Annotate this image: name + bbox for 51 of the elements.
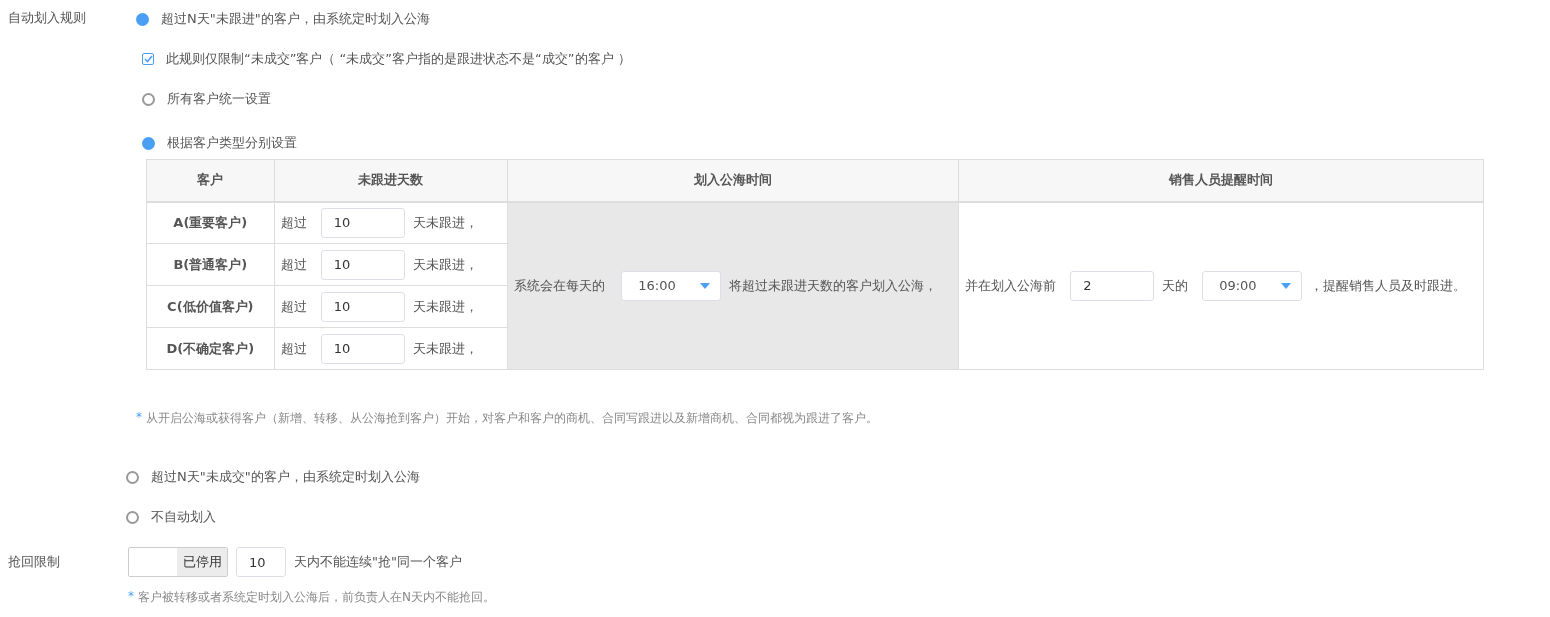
- caret-icon: [700, 282, 711, 289]
- reminder-text: 并在划入公海前: [965, 276, 1057, 295]
- reminder-text: ，提醒销售人员及时跟进。: [1310, 276, 1467, 295]
- days-input[interactable]: 10: [320, 207, 405, 238]
- time-select[interactable]: 09:00: [1202, 270, 1303, 301]
- pool-time-text: 系统会在每天的: [514, 276, 606, 295]
- option-label: 所有客户统一设置: [167, 90, 271, 108]
- customer-type: D(不确定客户): [166, 340, 255, 356]
- toggle-switch[interactable]: 已停用: [128, 547, 228, 577]
- checkbox-label: 此规则仅限制“未成交”客户（ “未成交”客户指的是跟进状态不是“成交”的客户 ）: [166, 50, 631, 68]
- pool-time-text: 将超过未跟进天数的客户划入公海，: [729, 276, 938, 295]
- days-input[interactable]: 10: [236, 547, 286, 577]
- time-select[interactable]: 16:00: [621, 270, 722, 301]
- asterisk-mark: *: [136, 410, 142, 426]
- customer-type: C(低价值客户): [167, 298, 254, 314]
- radio-button[interactable]: [136, 12, 149, 26]
- section-label: 抢回限制: [8, 553, 61, 571]
- note-text: 客户被转移或者系统定时划入公海后，前负责人在N天内不能抢回。: [138, 589, 495, 606]
- days-suffix: 天未跟进，: [412, 213, 478, 232]
- customer-type: A(重要客户): [173, 214, 248, 230]
- days-input[interactable]: 10: [320, 333, 405, 364]
- checkbox[interactable]: [142, 53, 154, 65]
- days-input[interactable]: 10: [320, 249, 405, 280]
- option-label: 超过N天"未跟进"的客户，由系统定时划入公海: [161, 10, 430, 28]
- option-label: 超过N天"未成交"的客户，由系统定时划入公海: [151, 468, 420, 486]
- option-label: 不自动划入: [151, 508, 216, 526]
- days-prefix: 超过: [280, 339, 307, 358]
- asterisk-mark: *: [128, 589, 134, 605]
- column-header: 未跟进天数: [274, 159, 508, 202]
- days-suffix: 天未跟进，: [412, 297, 478, 316]
- column-header: 划入公海时间: [507, 159, 959, 202]
- section-label: 自动划入规则: [8, 9, 87, 27]
- days-prefix: 超过: [280, 255, 307, 274]
- days-input[interactable]: 10: [320, 291, 405, 322]
- column-header: 客户: [146, 159, 275, 202]
- radio-button[interactable]: [142, 136, 155, 150]
- days-prefix: 超过: [280, 213, 307, 232]
- radio-button[interactable]: [142, 92, 155, 106]
- customer-type: B(普通客户): [173, 256, 248, 272]
- reminder-text: 天的: [1162, 276, 1189, 295]
- days-prefix: 超过: [280, 297, 307, 316]
- note-text: 从开启公海或获得客户（新增、转移、从公海抢到客户）开始，对客户和客户的商机、合同写跟进以及新增商机、合同都视为跟进了客户。: [146, 410, 878, 427]
- caret-icon: [1281, 282, 1292, 289]
- radio-button[interactable]: [126, 510, 139, 524]
- column-header: 销售人员提醒时间: [958, 159, 1484, 202]
- option-label: 根据客户类型分别设置: [167, 134, 297, 152]
- days-suffix: 天未跟进，: [412, 255, 478, 274]
- reminder-days-input[interactable]: 2: [1070, 270, 1155, 301]
- days-suffix: 天未跟进，: [412, 339, 478, 358]
- limit-text: 天内不能连续"抢"同一个客户: [294, 553, 462, 571]
- radio-button[interactable]: [126, 470, 139, 484]
